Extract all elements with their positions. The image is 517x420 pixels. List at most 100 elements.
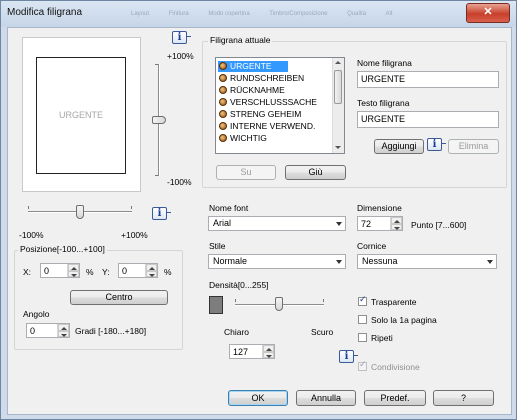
scroll-thumb[interactable] bbox=[334, 70, 342, 104]
spin-down-icon[interactable] bbox=[146, 270, 157, 277]
scroll-down-icon[interactable] bbox=[333, 143, 343, 153]
density-swatch bbox=[209, 296, 223, 314]
background-tabs: Layout Finitura Modo copertina Timbro/Co… bbox=[131, 11, 410, 21]
scroll-up-icon[interactable] bbox=[333, 58, 343, 68]
first-page-label: Solo la 1a pagina bbox=[371, 315, 437, 325]
y-position-field[interactable]: 0 bbox=[118, 263, 158, 278]
text-field[interactable]: URGENTE bbox=[357, 111, 499, 128]
x-position-field[interactable]: 0 bbox=[40, 263, 80, 278]
help-button[interactable]: ? bbox=[433, 390, 494, 406]
density-light-label: Chiaro bbox=[224, 327, 250, 337]
size-label: Dimensione bbox=[357, 203, 402, 213]
info-icon[interactable]: i bbox=[172, 31, 191, 44]
x-position-value: 0 bbox=[44, 266, 50, 276]
spin-down-icon[interactable] bbox=[68, 270, 79, 277]
x-spinner[interactable] bbox=[67, 264, 79, 277]
spin-down-icon[interactable] bbox=[58, 330, 69, 337]
x-label: X: bbox=[23, 267, 32, 277]
watermark-icon bbox=[219, 86, 227, 94]
angle-value: 0 bbox=[30, 326, 36, 336]
repeat-checkbox[interactable] bbox=[358, 333, 367, 342]
angle-range-label: Gradi [-180...+180] bbox=[75, 326, 147, 336]
list-item[interactable]: RUNDSCHREIBEN bbox=[219, 73, 304, 84]
title-bar[interactable]: Modifica filigrana Layout Finitura Modo … bbox=[1, 1, 516, 27]
text-label: Testo filigrana bbox=[357, 98, 410, 108]
density-tick bbox=[323, 299, 324, 302]
watermark-icon bbox=[219, 98, 227, 106]
background-tab: Alt bbox=[385, 11, 393, 17]
info-icon[interactable]: i bbox=[339, 350, 358, 363]
size-spinner[interactable] bbox=[390, 217, 402, 230]
y-spinner[interactable] bbox=[145, 264, 157, 277]
share-checkbox[interactable] bbox=[358, 360, 367, 371]
current-watermark-label: Filigrana attuale bbox=[208, 35, 273, 45]
move-down-button[interactable]: Giù bbox=[285, 165, 346, 180]
vertical-position-slider[interactable] bbox=[152, 116, 166, 124]
watermark-icon bbox=[219, 122, 227, 130]
list-item[interactable]: INTERNE VERWEND. bbox=[219, 121, 315, 132]
share-label: Condivisione bbox=[371, 362, 420, 372]
horizontal-tick bbox=[28, 206, 29, 209]
info-icon[interactable]: i bbox=[427, 138, 446, 151]
preview-page: URGENTE bbox=[36, 57, 126, 174]
list-item[interactable]: STRENG GEHEIM bbox=[219, 109, 301, 120]
move-up-button[interactable]: Su bbox=[216, 165, 276, 180]
style-value: Normale bbox=[213, 256, 248, 266]
size-value: 72 bbox=[361, 219, 372, 229]
style-label: Stile bbox=[209, 241, 226, 251]
close-button[interactable]: ✕ bbox=[466, 3, 510, 23]
dialog-body: URGENTE i +100% -100% i -100% +100% Posi… bbox=[7, 27, 512, 415]
frame-value: Nessuna bbox=[362, 256, 398, 266]
info-icon[interactable]: i bbox=[152, 207, 171, 220]
background-tab: Modo copertina bbox=[208, 11, 250, 17]
horizontal-min-label: -100% bbox=[19, 230, 44, 240]
cancel-button[interactable]: Annulla bbox=[296, 390, 356, 406]
density-slider[interactable] bbox=[275, 297, 284, 311]
background-tab: Timbro/Composizione bbox=[269, 11, 328, 17]
density-field[interactable]: 127 bbox=[229, 344, 275, 359]
angle-spinner[interactable] bbox=[57, 324, 69, 337]
density-label: Densità[0...255] bbox=[209, 280, 269, 290]
density-spinner[interactable] bbox=[262, 345, 274, 358]
size-field[interactable]: 72 bbox=[357, 216, 403, 231]
font-label: Nome font bbox=[209, 203, 249, 213]
background-tab: Qualità bbox=[347, 11, 367, 17]
spin-down-icon[interactable] bbox=[263, 351, 274, 358]
watermark-preview: URGENTE bbox=[22, 37, 141, 192]
name-field[interactable]: URGENTE bbox=[357, 71, 499, 88]
ok-button[interactable]: OK bbox=[228, 390, 288, 406]
vertical-min-label: -100% bbox=[167, 177, 192, 187]
list-item[interactable]: RÜCKNAHME bbox=[219, 85, 285, 96]
background-tab: Finitura bbox=[168, 11, 189, 17]
density-dark-label: Scuro bbox=[311, 327, 334, 337]
frame-label: Cornice bbox=[357, 241, 387, 251]
list-item[interactable]: URGENTE bbox=[218, 61, 288, 72]
font-dropdown[interactable]: Arial bbox=[208, 216, 346, 231]
size-range-label: Punto [7...600] bbox=[411, 220, 467, 230]
repeat-label: Ripeti bbox=[371, 333, 393, 343]
list-item[interactable]: WICHTIG bbox=[219, 133, 267, 144]
add-button[interactable]: Aggiungi bbox=[374, 139, 424, 154]
spin-down-icon[interactable] bbox=[391, 223, 402, 230]
frame-dropdown[interactable]: Nessuna bbox=[357, 254, 497, 269]
list-scrollbar[interactable] bbox=[332, 58, 344, 153]
style-dropdown[interactable]: Normale bbox=[208, 254, 346, 269]
preview-watermark-text: URGENTE bbox=[58, 110, 103, 120]
center-button[interactable]: Centro bbox=[70, 290, 168, 305]
horizontal-tick bbox=[131, 206, 132, 209]
list-item[interactable]: VERSCHLUSSSACHE bbox=[219, 97, 317, 108]
vertical-tick bbox=[155, 175, 158, 176]
angle-field[interactable]: 0 bbox=[26, 323, 70, 338]
watermark-icon bbox=[219, 134, 227, 142]
transparent-label: Trasparente bbox=[371, 297, 417, 307]
horizontal-max-label: +100% bbox=[121, 230, 148, 240]
watermark-icon bbox=[219, 74, 227, 82]
name-label: Nome filigrana bbox=[357, 58, 412, 68]
transparent-checkbox[interactable] bbox=[358, 295, 367, 306]
position-group-label: Posizione[-100...+100] bbox=[18, 244, 107, 254]
horizontal-position-slider[interactable] bbox=[76, 205, 84, 219]
first-page-checkbox[interactable] bbox=[358, 315, 367, 324]
defaults-button[interactable]: Predef. bbox=[364, 390, 426, 406]
watermark-list[interactable]: URGENTE RUNDSCHREIBEN RÜCKNAHME VERSCHLU… bbox=[215, 57, 345, 154]
delete-button[interactable]: Elimina bbox=[448, 139, 499, 154]
